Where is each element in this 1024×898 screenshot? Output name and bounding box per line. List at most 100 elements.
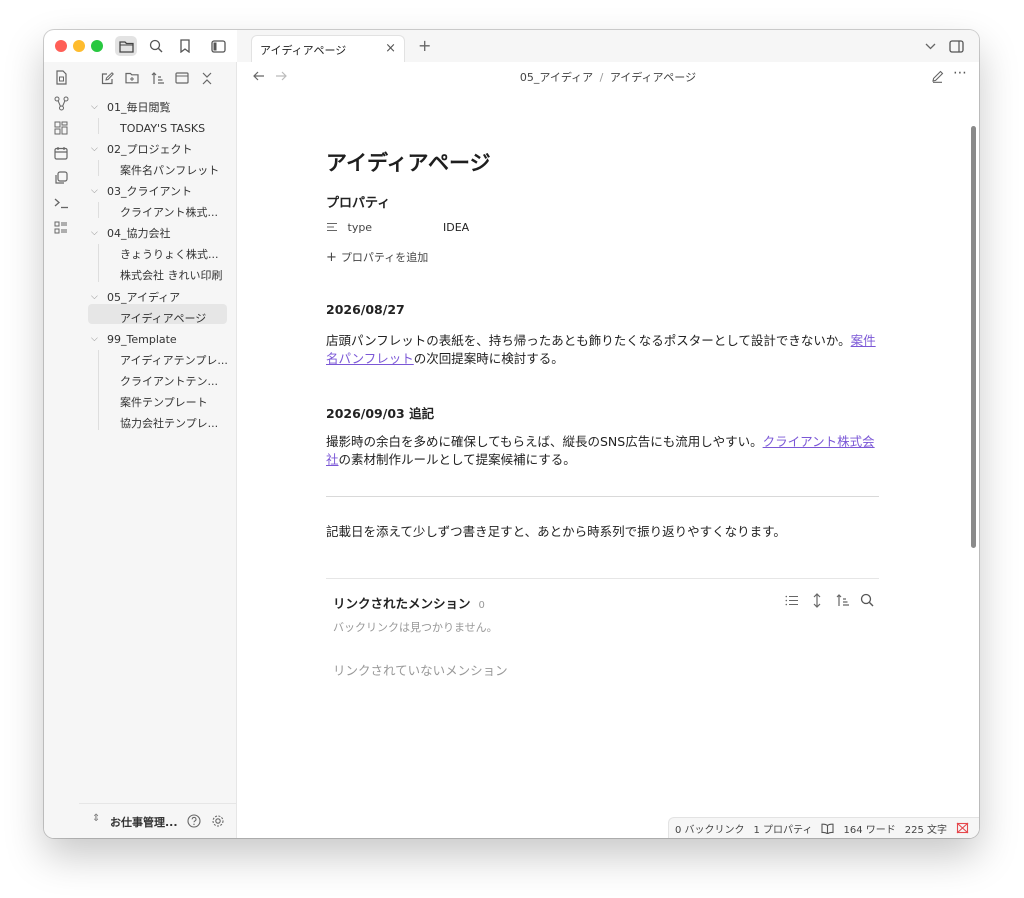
file-label: アイディアページ	[120, 312, 207, 325]
page-title[interactable]: アイディアページ	[326, 147, 491, 177]
calendar-icon[interactable]	[52, 144, 70, 162]
bookmark-icon[interactable]	[174, 36, 196, 56]
file-item[interactable]: 協力会社テンプレ...	[120, 414, 218, 432]
vault-name[interactable]: お仕事管理...	[110, 814, 178, 830]
file-item[interactable]: クライアントテン...	[120, 372, 218, 390]
bases-icon[interactable]	[52, 219, 70, 237]
tab-label: アイディアページ	[260, 44, 347, 57]
right-sidebar-toggle-icon[interactable]	[948, 38, 964, 54]
linked-mentions-count: 0	[478, 600, 485, 611]
command-palette-icon[interactable]	[52, 194, 70, 212]
status-word-count: 164 ワード	[843, 824, 896, 836]
chevron-down-icon: ⌵	[91, 186, 98, 196]
sort-icon[interactable]	[149, 70, 165, 86]
status-char-count: 225 文字	[904, 824, 947, 836]
close-window-button[interactable]	[55, 40, 67, 52]
file-label: きょうりょく株式...	[120, 248, 219, 261]
file-item[interactable]: 案件テンプレート	[120, 393, 208, 411]
property-key[interactable]: type	[348, 221, 373, 234]
folder-label: 05_アイディア	[107, 291, 181, 304]
app-window: ⌵ 01_毎日閲覧 TODAY'S TASKS ⌵ 02_プロジェクト 案件名パンフ…	[44, 30, 979, 838]
paragraph-text: の素材制作ルールとして提案候補にする。	[338, 452, 576, 467]
add-property-label: プロパティを追加	[340, 251, 429, 264]
chevron-updown-icon[interactable]: ⇕	[92, 813, 100, 824]
new-tab-button[interactable]: +	[418, 36, 431, 55]
templates-icon[interactable]	[52, 169, 70, 187]
file-item[interactable]: 株式会社 きれい印刷	[120, 266, 223, 284]
folder-05[interactable]: ⌵ 05_アイディア	[91, 288, 180, 306]
collapse-all-icon[interactable]	[199, 70, 215, 86]
titlebar	[44, 30, 237, 62]
new-note-icon[interactable]	[99, 70, 115, 86]
no-backlinks-message: バックリンクは見つかりません。	[333, 621, 498, 634]
folder-02[interactable]: ⌵ 02_プロジェクト	[91, 140, 193, 158]
expand-collapse-icon[interactable]	[809, 592, 825, 608]
folder-label: 02_プロジェクト	[107, 143, 193, 156]
tab-idea-page[interactable]: アイディアページ ×	[251, 35, 405, 63]
folder-03[interactable]: ⌵ 03_クライアント	[91, 182, 192, 200]
paragraph-2: 撮影時の余白を多めに確保してもらえば、縦長のSNS広告にも流用しやすい。クライア…	[326, 433, 879, 469]
search-icon[interactable]	[145, 36, 167, 56]
property-value[interactable]: IDEA	[443, 221, 469, 234]
status-bar: 0 バックリンク 1 プロパティ 164 ワード 225 文字	[667, 817, 979, 838]
sidebar-toggle-icon[interactable]	[207, 36, 229, 56]
folder-label: 04_協力会社	[107, 227, 171, 240]
settings-gear-icon[interactable]	[210, 813, 226, 829]
chevron-down-icon: ⌵	[91, 334, 98, 344]
file-label: 株式会社 きれい印刷	[120, 269, 223, 282]
canvas-icon[interactable]	[52, 119, 70, 137]
new-folder-icon[interactable]	[124, 70, 140, 86]
help-icon[interactable]	[186, 813, 202, 829]
paragraph-1: 店頭パンフレットの表紙を、持ち帰ったあとも飾りたくなるポスターとして設計できない…	[326, 332, 879, 368]
file-item-active[interactable]: アイディアページ	[120, 309, 206, 327]
folder-99[interactable]: ⌵ 99_Template	[91, 330, 177, 348]
close-tab-icon[interactable]: ×	[385, 41, 396, 56]
breadcrumb: 05_アイディア / アイディアページ	[237, 69, 979, 85]
auto-reveal-icon[interactable]	[174, 70, 190, 86]
folder-01[interactable]: ⌵ 01_毎日閲覧	[91, 98, 171, 116]
file-explorer-icon[interactable]	[115, 36, 137, 56]
footer-paragraph: 記載日を添えて少しずつ書き足すと、あとから時系列で振り返りやすくなります。	[326, 524, 786, 539]
explorer-toolbar	[99, 70, 219, 88]
file-item[interactable]: TODAY'S TASKS	[120, 119, 205, 137]
sync-error-icon[interactable]	[956, 822, 969, 834]
breadcrumb-page[interactable]: アイディアページ	[610, 71, 696, 84]
date-heading-2: 2026/09/03 追記	[326, 406, 435, 421]
list-view-icon[interactable]	[784, 592, 800, 608]
file-explorer: ⌵ 01_毎日閲覧 TODAY'S TASKS ⌵ 02_プロジェクト 案件名パンフ…	[79, 62, 237, 838]
linked-mentions-heading[interactable]: リンクされたメンション 0	[333, 593, 485, 612]
folder-04[interactable]: ⌵ 04_協力会社	[91, 224, 171, 242]
file-item[interactable]: アイディアテンプレ...	[120, 351, 228, 369]
minimize-window-button[interactable]	[73, 40, 85, 52]
sort-icon[interactable]	[834, 592, 850, 608]
daily-note-icon[interactable]	[52, 68, 70, 86]
zoom-window-button[interactable]	[91, 40, 103, 52]
paragraph-text: の次回提案時に検討する。	[413, 351, 564, 366]
file-label: クライアント株式...	[120, 206, 219, 219]
breadcrumb-folder[interactable]: 05_アイディア	[520, 71, 593, 84]
tree-guide	[98, 202, 99, 218]
more-options-icon[interactable]: ⋯	[953, 65, 967, 81]
paragraph-text: 撮影時の余白を多めに確保してもらえば、縦長のSNS広告にも流用しやすい。	[326, 434, 763, 449]
tree-guide	[98, 244, 99, 282]
folder-label: 03_クライアント	[107, 185, 193, 198]
graph-view-icon[interactable]	[52, 94, 70, 112]
file-item[interactable]: きょうりょく株式...	[120, 245, 219, 263]
status-backlinks[interactable]: 0 バックリンク	[675, 821, 745, 836]
file-item[interactable]: 案件名パンフレット	[120, 161, 219, 179]
file-item[interactable]: クライアント株式...	[120, 203, 218, 221]
vault-switcher: ⇕ お仕事管理...	[79, 803, 236, 838]
status-properties[interactable]: 1 プロパティ	[754, 821, 813, 836]
folder-label: 99_Template	[107, 332, 177, 346]
property-row[interactable]: type IDEA	[326, 221, 469, 235]
edit-pencil-icon[interactable]	[929, 68, 945, 84]
reading-mode-book-icon[interactable]	[821, 823, 835, 834]
list-lines-icon	[326, 222, 338, 235]
scrollbar[interactable]	[971, 126, 976, 548]
tree-guide	[98, 350, 99, 430]
search-icon[interactable]	[859, 592, 875, 608]
properties-heading: プロパティ	[326, 196, 391, 211]
add-property-button[interactable]: + プロパティを追加	[326, 249, 428, 265]
unlinked-mentions-heading[interactable]: リンクされていないメンション	[333, 660, 508, 679]
tab-list-chevron-icon[interactable]	[923, 39, 937, 53]
